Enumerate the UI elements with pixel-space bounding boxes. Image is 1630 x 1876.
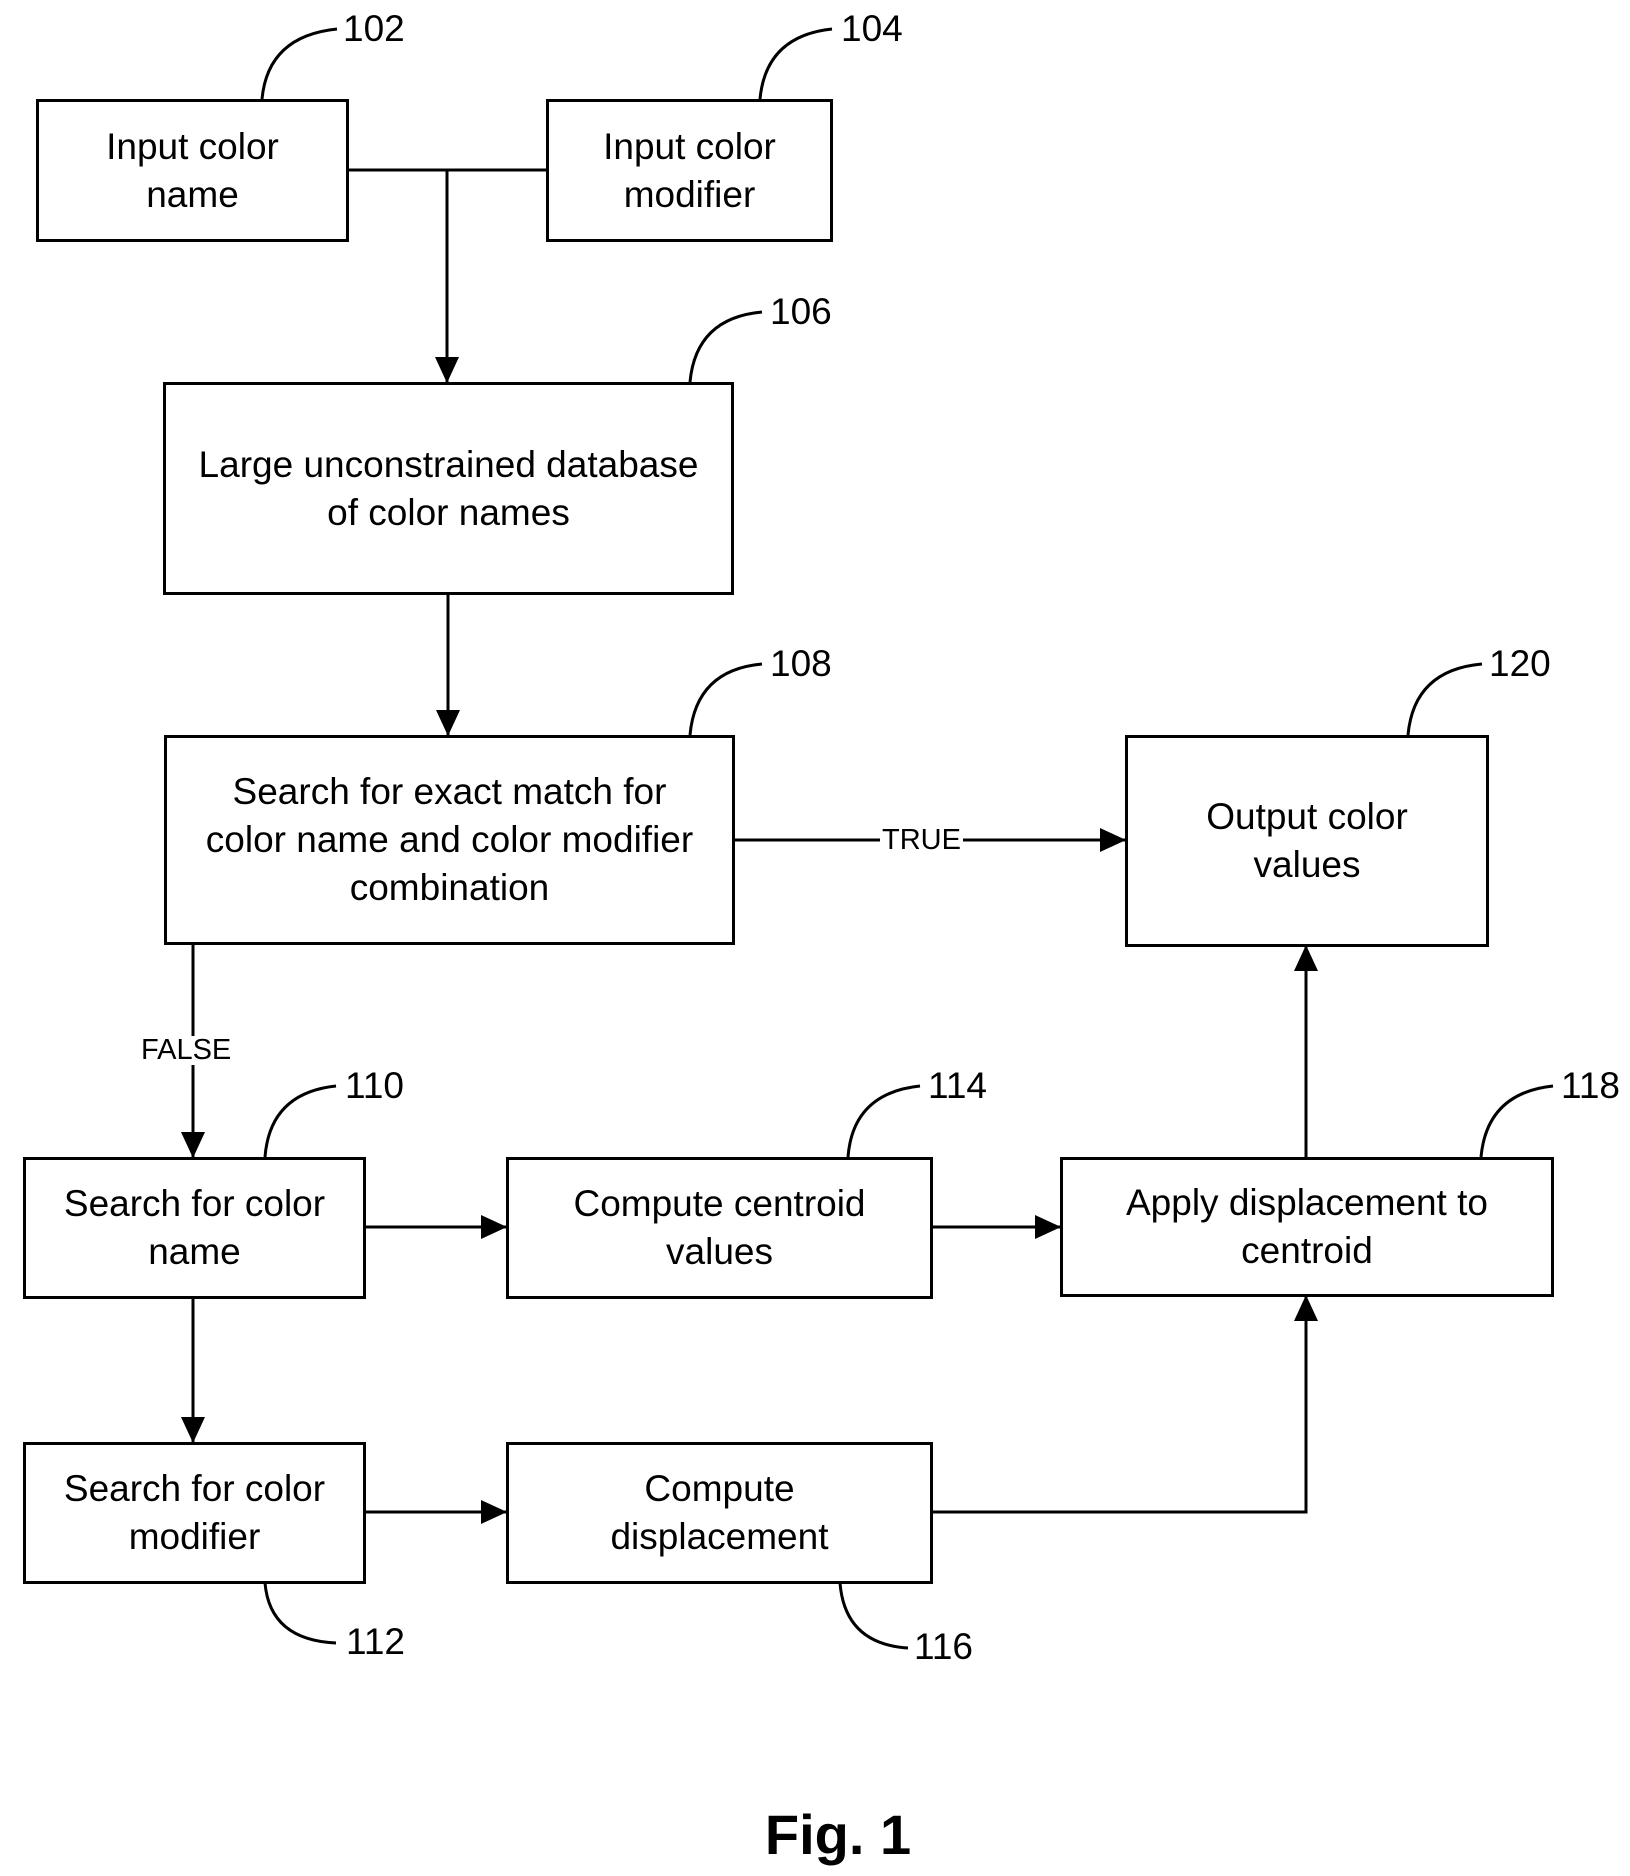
- ref-number-106: 106: [770, 291, 832, 332]
- ref-number-112: 112: [346, 1621, 405, 1662]
- ref-number-108: 108: [770, 643, 832, 684]
- node-text: Search for color: [63, 1183, 326, 1224]
- leader-114: [846, 1084, 921, 1158]
- process-box-118: Apply displacement to centroid: [1060, 1157, 1554, 1297]
- node-text: values: [1253, 844, 1361, 885]
- leader-110: [263, 1084, 337, 1158]
- node-text: Search for color: [63, 1468, 326, 1509]
- process-box-114: Compute centroid values: [506, 1157, 933, 1299]
- node-text: Apply displacement to: [1126, 1182, 1488, 1223]
- node-text: Compute centroid: [573, 1183, 866, 1224]
- process-box-102: Input color name: [36, 99, 349, 242]
- process-box-112: Search for color modifier: [23, 1442, 366, 1584]
- node-text: values: [666, 1231, 773, 1272]
- node-text: Input color: [106, 125, 279, 167]
- leader-108: [688, 662, 763, 736]
- node-text: Input color: [603, 125, 776, 167]
- edge-label-false: FALSE: [139, 1034, 234, 1066]
- edge-label-true: TRUE: [880, 824, 963, 856]
- node-text: combination: [349, 867, 550, 908]
- output-box-120: Output color values: [1125, 735, 1489, 947]
- node-text: of color names: [327, 491, 570, 533]
- node-text: color name and color modifier: [205, 819, 694, 860]
- ref-number-104: 104: [841, 8, 903, 49]
- leader-118: [1479, 1084, 1554, 1158]
- node-text: centroid: [1241, 1230, 1373, 1271]
- leader-112: [263, 1582, 337, 1645]
- ref-number-118: 118: [1561, 1065, 1620, 1106]
- node-text: Output color: [1206, 796, 1408, 837]
- ref-number-116: 116: [914, 1626, 973, 1667]
- node-text: displacement: [610, 1516, 829, 1557]
- edge-116-118: [932, 1295, 1318, 1514]
- leader-104: [758, 27, 833, 100]
- node-text: name: [146, 173, 239, 215]
- ref-number-110: 110: [345, 1065, 404, 1106]
- figure-caption: Fig. 1: [764, 1803, 912, 1866]
- database-box-106: Large unconstrained database of color nam…: [163, 382, 734, 595]
- process-box-110: Search for color name: [23, 1157, 366, 1299]
- process-box-116: Compute displacement: [506, 1442, 933, 1584]
- ref-number-120: 120: [1489, 643, 1551, 684]
- node-text: Compute: [644, 1468, 795, 1509]
- leader-106: [688, 310, 763, 383]
- ref-number-114: 114: [928, 1065, 987, 1106]
- node-text: modifier: [128, 1516, 261, 1557]
- ref-number-102: 102: [343, 8, 405, 49]
- node-text: name: [148, 1231, 241, 1272]
- process-box-104: Input color modifier: [546, 99, 833, 242]
- node-text: modifier: [623, 173, 756, 215]
- decision-box-108: Search for exact match for color name and…: [164, 735, 735, 945]
- node-text: Large unconstrained database: [198, 443, 699, 485]
- leader-116: [838, 1582, 909, 1650]
- leader-102: [260, 27, 338, 100]
- node-text: Search for exact match for: [232, 771, 667, 812]
- leader-120: [1406, 662, 1483, 736]
